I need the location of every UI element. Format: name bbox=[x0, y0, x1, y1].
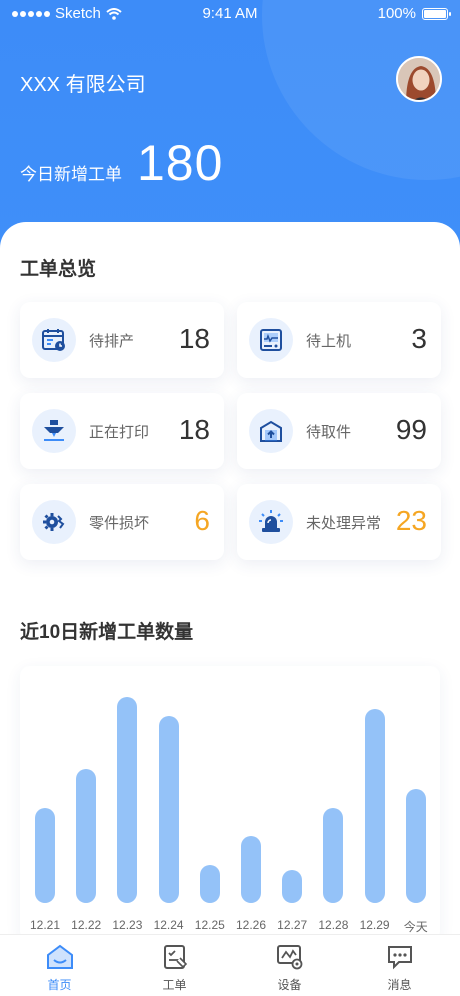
chart-tick-label: 12.22 bbox=[71, 918, 102, 932]
new-orders-label: 今日新增工单 bbox=[20, 165, 122, 184]
card-label: 正在打印 bbox=[89, 424, 150, 441]
broken-part-icon bbox=[32, 500, 76, 544]
chart-bar bbox=[323, 807, 344, 903]
card-count: 18 bbox=[178, 323, 210, 354]
battery-percent: 100% bbox=[377, 5, 416, 22]
card-label: 零件损坏 bbox=[89, 515, 150, 532]
card-label: 未处理异常 bbox=[306, 515, 382, 532]
chart-tick-label: 12.23 bbox=[112, 918, 143, 932]
card-broken-parts[interactable]: 零件损坏 6 bbox=[20, 484, 224, 560]
avatar[interactable] bbox=[396, 56, 442, 102]
tab-label: 首页 bbox=[47, 978, 72, 992]
card-count: 23 bbox=[395, 505, 427, 536]
card-label: 待排产 bbox=[89, 333, 135, 350]
card-pending-machine[interactable]: 待上机 3 bbox=[237, 302, 441, 378]
battery-icon bbox=[422, 7, 451, 20]
status-bar: Sketch 9:41 AM 100% bbox=[0, 0, 460, 28]
chart-tick-label: 12.26 bbox=[235, 918, 267, 932]
company-name: XXX 有限公司 bbox=[20, 74, 146, 96]
chart-bar bbox=[35, 807, 55, 903]
card-count: 99 bbox=[395, 414, 427, 445]
chart-tick-label: 今天 bbox=[403, 920, 428, 934]
tab-label: 工单 bbox=[162, 978, 187, 992]
card-printing[interactable]: 正在打印 18 bbox=[20, 393, 224, 469]
work-order-icon bbox=[164, 945, 188, 969]
card-count: 6 bbox=[194, 505, 210, 536]
chart-tick-label: 12.25 bbox=[194, 918, 225, 932]
tab-home[interactable]: 首页 bbox=[2, 935, 117, 996]
tab-label: 设备 bbox=[277, 978, 302, 992]
card-label: 待上机 bbox=[306, 333, 352, 350]
overview-title: 工单总览 bbox=[20, 259, 97, 280]
chart-bar bbox=[158, 716, 179, 903]
chart-tick-label: 12.24 bbox=[153, 918, 184, 932]
pickup-box-icon bbox=[249, 409, 293, 453]
calendar-icon bbox=[32, 318, 76, 362]
machine-icon bbox=[249, 318, 293, 362]
chart-bar bbox=[364, 709, 385, 903]
chart-tick-label: 12.21 bbox=[29, 918, 61, 932]
status-right: 100% bbox=[377, 5, 451, 22]
header: Sketch 9:41 AM 100% XXX 有限公司 今日新增工单 180 bbox=[0, 0, 460, 250]
chart-bar bbox=[241, 835, 261, 903]
tab-label: 消息 bbox=[387, 978, 412, 992]
printer-nozzle-icon bbox=[32, 409, 76, 453]
tab-work-orders[interactable]: 工单 bbox=[117, 935, 232, 996]
tab-bar: 首页 工单 设备 消息 bbox=[0, 934, 460, 996]
card-pending-schedule[interactable]: 待排产 18 bbox=[20, 302, 224, 378]
alarm-light-icon bbox=[249, 500, 293, 544]
chart-bar bbox=[405, 789, 426, 903]
card-label: 待取件 bbox=[306, 424, 352, 441]
home-icon bbox=[47, 944, 73, 969]
chart-bar bbox=[199, 864, 220, 903]
card-count: 18 bbox=[178, 414, 210, 445]
tab-messages[interactable]: 消息 bbox=[342, 935, 457, 996]
card-pending-pickup[interactable]: 待取件 99 bbox=[237, 393, 441, 469]
card-unhandled-exceptions[interactable]: 未处理异常 23 bbox=[237, 484, 441, 560]
chart-tick-label: 12.29 bbox=[359, 918, 390, 932]
chart-bar bbox=[117, 697, 138, 903]
device-icon bbox=[277, 945, 303, 970]
chart-bar bbox=[76, 769, 97, 903]
new-orders-count: 180 bbox=[137, 135, 224, 191]
chart-tick-label: 12.27 bbox=[277, 918, 308, 932]
card-count: 3 bbox=[411, 323, 427, 354]
message-icon bbox=[388, 946, 412, 970]
chart-tick-label: 12.28 bbox=[318, 918, 349, 932]
tab-devices[interactable]: 设备 bbox=[232, 935, 347, 996]
chart-title: 近10日新增工单数量 bbox=[20, 622, 194, 643]
chart-bar bbox=[282, 869, 303, 903]
